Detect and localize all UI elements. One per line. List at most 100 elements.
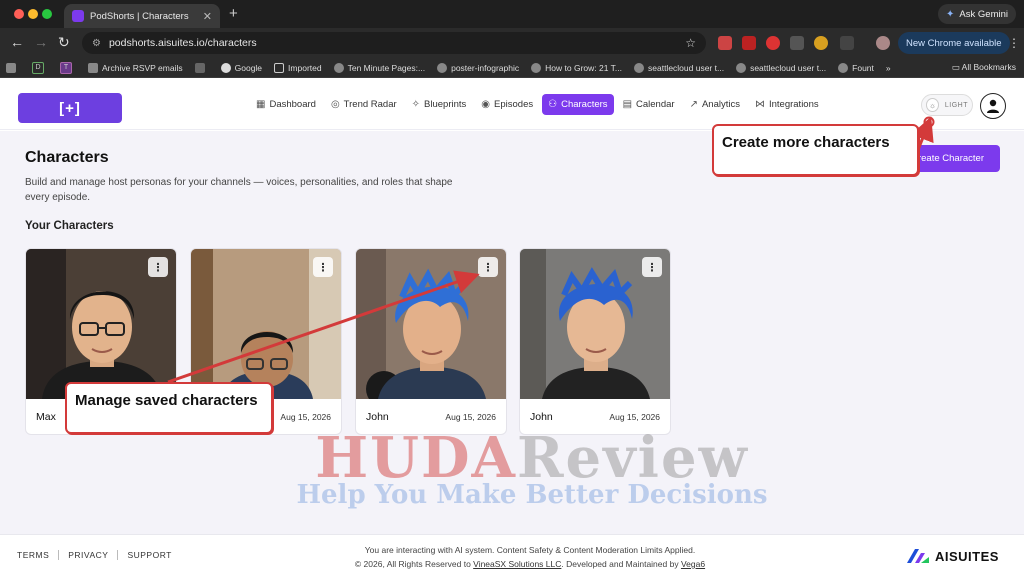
extension-icon[interactable] [790, 36, 804, 50]
bookmark-item[interactable]: How to Grow: 21 T... [531, 62, 622, 73]
nav-label: Calendar [636, 99, 675, 110]
calendar-icon: ▤ [622, 99, 633, 110]
bookmarks-bar: D T Archive RSVP emails Google Imported … [0, 58, 1024, 78]
minimize-window-button[interactable] [28, 9, 38, 19]
new-tab-icon[interactable]: + [229, 5, 238, 22]
character-card[interactable]: ⋮ John Aug 15, 2026 [519, 248, 671, 435]
bookmark-item[interactable]: seattlecloud user t... [634, 62, 725, 73]
forward-arrow-icon[interactable]: → [34, 34, 48, 50]
bookmark-item[interactable]: Fount [838, 62, 874, 73]
extension-icon[interactable] [766, 36, 780, 50]
character-date: Aug 15, 2026 [445, 412, 496, 422]
company-link[interactable]: VineaSX Solutions LLC [473, 559, 561, 569]
character-date: Aug 15, 2026 [609, 412, 660, 422]
bookmark-apps[interactable] [6, 62, 20, 73]
character-name: John [366, 411, 389, 423]
bookmark-item[interactable] [194, 62, 209, 73]
footer-privacy-link[interactable]: PRIVACY [68, 550, 108, 560]
bookmark-label: Fount [852, 62, 874, 73]
user-icon [987, 99, 999, 113]
bookmark-label: poster-infographic [451, 62, 520, 73]
bookmark-label: seattlecloud user t... [648, 62, 725, 73]
nav-calendar[interactable]: ▤ Calendar [617, 94, 681, 115]
address-bar[interactable]: ⚙ podshorts.aisuites.io/characters ☆ [82, 32, 706, 54]
nav-trend-radar[interactable]: ◎ Trend Radar [325, 94, 403, 115]
card-menu-icon[interactable]: ⋮ [313, 257, 333, 277]
browser-tab-bar: PodShorts | Characters ✕ + ✦ Ask Gemini [0, 0, 1024, 28]
ask-gemini-button[interactable]: ✦ Ask Gemini [938, 4, 1016, 24]
globe-icon [838, 62, 849, 73]
card-menu-icon[interactable]: ⋮ [478, 257, 498, 277]
developer-link[interactable]: Vega6 [681, 559, 705, 569]
nav-blueprints[interactable]: ✧ Blueprints [406, 94, 473, 115]
nav-analytics[interactable]: ↗ Analytics [684, 94, 746, 115]
nav-episodes[interactable]: ◉ Episodes [475, 94, 539, 115]
bookmark-star-icon[interactable]: ☆ [685, 36, 696, 50]
bookmark-badge: D [32, 61, 44, 74]
back-arrow-icon[interactable]: ← [10, 34, 24, 50]
site-settings-icon[interactable]: ⚙ [92, 38, 101, 49]
google-icon [220, 62, 231, 73]
character-card[interactable]: ⋮ John Aug 15, 2026 [355, 248, 507, 435]
tab-close-icon[interactable]: ✕ [203, 10, 212, 23]
nav-label: Analytics [701, 99, 740, 110]
extensions-puzzle-icon[interactable] [840, 36, 854, 50]
bookmark-item[interactable]: seattlecloud user t... [736, 62, 826, 73]
card-menu-icon[interactable]: ⋮ [642, 257, 662, 277]
bookmark-folder[interactable]: Imported [274, 62, 322, 73]
nav-label: Dashboard [269, 99, 316, 110]
callout-create-more: Create more characters [712, 124, 919, 176]
bookmark-label: Archive RSVP emails [102, 62, 183, 73]
extension-icon[interactable] [742, 36, 756, 50]
bookmark-item[interactable]: Google [220, 62, 262, 73]
bookmark-item[interactable]: Ten Minute Pages:... [333, 62, 425, 73]
aisuites-brand[interactable]: AISUITES [905, 547, 999, 565]
bookmark-badge: T [60, 61, 72, 74]
app-logo[interactable]: orts [+] [18, 93, 150, 123]
browser-toolbar: ← → ↻ ⚙ podshorts.aisuites.io/characters… [0, 28, 1024, 58]
callout-manage-saved: Manage saved characters [65, 382, 273, 434]
footer-copyright: © 2026, All Rights Reserved to VineaSX S… [320, 557, 740, 571]
footer-divider [58, 550, 60, 560]
bookmark-item[interactable]: poster-infographic [437, 62, 520, 73]
page-footer: TERMS PRIVACY SUPPORT You are interactin… [0, 534, 1024, 577]
users-icon: ⚇ [548, 99, 558, 110]
gemini-spark-icon: ✦ [946, 8, 955, 20]
footer-terms-link[interactable]: TERMS [17, 550, 49, 560]
globe-icon [634, 62, 644, 73]
bookmark-d[interactable]: D [32, 61, 48, 74]
extension-icon[interactable] [718, 36, 732, 50]
nav-dashboard[interactable]: ▦ Dashboard [250, 94, 322, 115]
bookmark-t[interactable]: T [60, 61, 76, 74]
nav-characters[interactable]: ⚇ Characters [542, 94, 614, 115]
nav-integrations[interactable]: ⋈ Integrations [749, 94, 825, 115]
bookmark-label: Imported [288, 62, 322, 73]
copyright-prefix: © 2026, All Rights Reserved to [354, 559, 474, 569]
browser-menu-icon[interactable]: ⋮ [1008, 36, 1020, 50]
reload-icon[interactable]: ↻ [58, 34, 70, 51]
sun-icon: ☼ [926, 98, 939, 112]
extension-icon[interactable] [814, 36, 828, 50]
character-name: John [530, 411, 553, 423]
theme-toggle[interactable]: ☼ LIGHT [921, 94, 973, 116]
user-avatar-button[interactable] [980, 93, 1006, 119]
radar-icon: ◎ [330, 99, 340, 110]
new-chrome-available-button[interactable]: New Chrome available [898, 32, 1010, 54]
grid-icon: ▦ [256, 99, 266, 110]
all-bookmarks-folder[interactable]: ▭ All Bookmarks [952, 62, 1016, 73]
browser-tab[interactable]: PodShorts | Characters ✕ [64, 4, 220, 28]
folder-icon [274, 62, 285, 73]
page-title: Characters [25, 149, 109, 166]
bookmark-icon [88, 62, 98, 73]
more-bookmarks-icon[interactable]: » [886, 63, 891, 73]
profile-avatar[interactable] [876, 36, 890, 50]
apps-icon [6, 62, 16, 73]
grid-icon [194, 62, 205, 73]
maximize-window-button[interactable] [42, 9, 52, 19]
footer-support-link[interactable]: SUPPORT [127, 550, 171, 560]
card-menu-icon[interactable]: ⋮ [148, 257, 168, 277]
footer-links: TERMS PRIVACY SUPPORT [17, 550, 172, 560]
logo-overlay-badge: [+] [18, 93, 122, 123]
close-window-button[interactable] [14, 9, 24, 19]
bookmark-item[interactable]: Archive RSVP emails [88, 62, 183, 73]
